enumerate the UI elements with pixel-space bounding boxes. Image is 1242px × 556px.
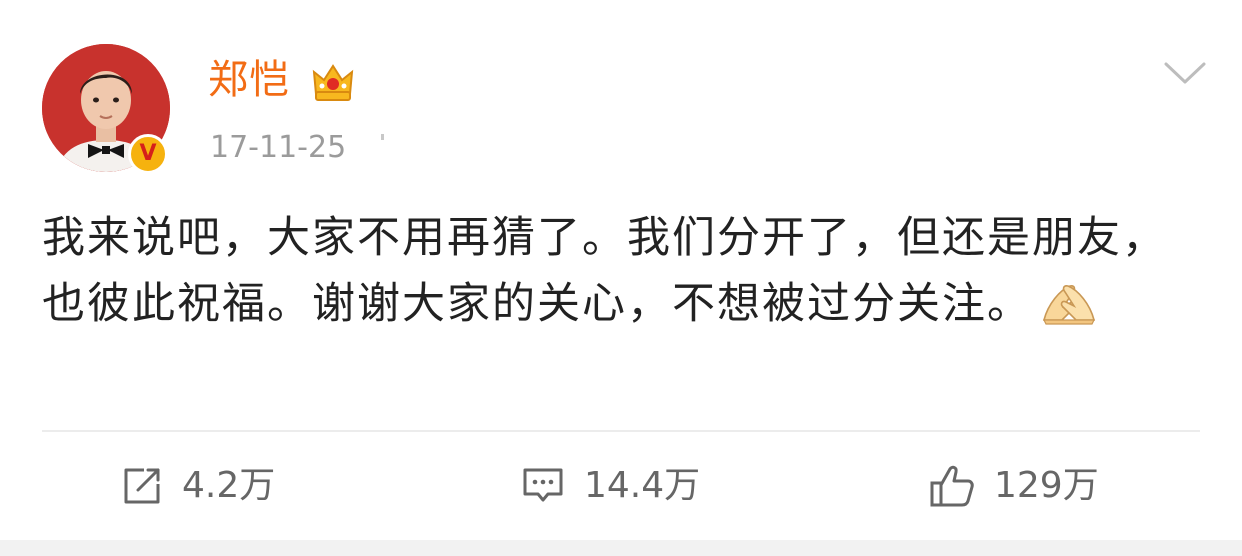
timestamp-mark <box>381 134 384 140</box>
repost-button[interactable]: 4.2万 <box>120 458 275 514</box>
post-body: 我来说吧，大家不用再猜了。我们分开了，但还是朋友，也彼此祝福。谢谢大家的关心，不… <box>42 205 1202 337</box>
crown-icon[interactable] <box>308 58 358 104</box>
avatar-container[interactable]: V <box>42 44 170 174</box>
chevron-down-icon[interactable] <box>1160 56 1210 90</box>
comment-count: 14.4万 <box>584 465 701 506</box>
feed-separator <box>0 540 1242 556</box>
repost-icon <box>124 468 160 504</box>
post-timestamp: 17-11-25 <box>210 130 347 165</box>
comment-icon <box>523 468 563 502</box>
verified-badge-icon: V <box>128 134 168 174</box>
thumbs-up-icon <box>930 465 974 507</box>
like-button[interactable]: 129万 <box>928 458 1099 514</box>
divider <box>42 430 1200 432</box>
weibo-post-card: V 郑恺 17-11-25 我来说吧，大家不用再猜了。我们分开了，但还是朋友，也… <box>0 0 1242 540</box>
post-text: 我来说吧，大家不用再猜了。我们分开了，但还是朋友，也彼此祝福。谢谢大家的关心，不… <box>42 213 1167 329</box>
comment-button[interactable]: 14.4万 <box>520 458 700 514</box>
username[interactable]: 郑恺 <box>208 54 290 106</box>
like-count: 129万 <box>994 465 1099 506</box>
folded-hands-emoji-icon <box>1042 285 1096 325</box>
repost-count: 4.2万 <box>182 465 276 506</box>
